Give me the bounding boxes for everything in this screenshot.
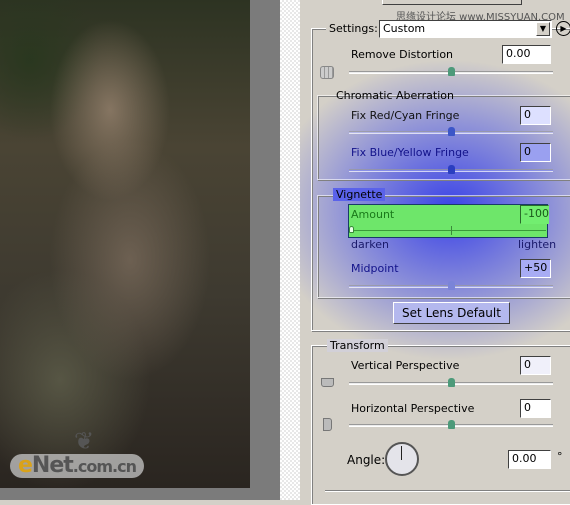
menu-arrow-icon[interactable]: ▶ bbox=[556, 21, 570, 36]
angle-dial[interactable] bbox=[385, 442, 419, 476]
red-cyan-thumb[interactable] bbox=[448, 127, 455, 136]
red-cyan-label: Fix Red/Cyan Fringe bbox=[351, 109, 460, 122]
vertical-perspective-icon bbox=[321, 378, 334, 387]
image-preview: ❦ eNet.com.cn bbox=[0, 0, 250, 488]
distortion-grid-icon bbox=[320, 66, 334, 79]
top-button[interactable] bbox=[382, 0, 522, 5]
remove-distortion-label: Remove Distortion bbox=[351, 48, 454, 61]
angle-label: Angle: bbox=[347, 453, 386, 467]
amount-label: Amount bbox=[351, 208, 395, 221]
angle-input[interactable]: 0.00 bbox=[508, 450, 551, 469]
chevron-down-icon[interactable]: ▼ bbox=[536, 22, 550, 36]
vertical-perspective-label: Vertical Perspective bbox=[351, 359, 460, 372]
chromatic-title: Chromatic Aberration bbox=[336, 89, 454, 102]
set-lens-default-button[interactable]: Set Lens Default bbox=[393, 302, 510, 324]
midpoint-thumb[interactable] bbox=[448, 281, 455, 290]
settings-label: Settings: bbox=[326, 22, 381, 35]
degree-unit: ° bbox=[557, 450, 563, 463]
horizontal-perspective-label: Horizontal Perspective bbox=[351, 402, 475, 415]
vertical-perspective-input[interactable]: 0 bbox=[520, 356, 551, 375]
midpoint-label: Midpoint bbox=[351, 262, 399, 275]
red-cyan-input[interactable]: 0 bbox=[520, 106, 551, 125]
vignette-title: Vignette bbox=[333, 188, 386, 201]
butterfly-icon: ❦ bbox=[74, 427, 95, 455]
darken-label: darken bbox=[351, 238, 389, 251]
amount-input[interactable]: -100 bbox=[520, 205, 549, 224]
transform-title: Transform bbox=[327, 339, 388, 352]
lighten-label: lighten bbox=[518, 238, 557, 251]
watermark-logo: ❦ eNet.com.cn bbox=[10, 428, 190, 488]
remove-distortion-input[interactable]: 0.00 bbox=[502, 45, 551, 64]
midpoint-input[interactable]: +50 bbox=[520, 259, 551, 278]
blue-yellow-input[interactable]: 0 bbox=[520, 143, 551, 162]
amount-slider[interactable] bbox=[350, 230, 546, 231]
settings-select[interactable]: Custom ▼ bbox=[379, 20, 552, 38]
vertical-perspective-thumb[interactable] bbox=[448, 378, 455, 387]
remove-distortion-thumb[interactable] bbox=[448, 67, 455, 76]
horizontal-perspective-thumb[interactable] bbox=[448, 420, 455, 429]
blue-yellow-thumb[interactable] bbox=[448, 165, 455, 174]
blue-yellow-label: Fix Blue/Yellow Fringe bbox=[351, 146, 469, 159]
horizontal-perspective-input[interactable]: 0 bbox=[520, 399, 551, 418]
amount-thumb[interactable] bbox=[349, 226, 354, 233]
horizontal-perspective-icon bbox=[323, 418, 332, 431]
